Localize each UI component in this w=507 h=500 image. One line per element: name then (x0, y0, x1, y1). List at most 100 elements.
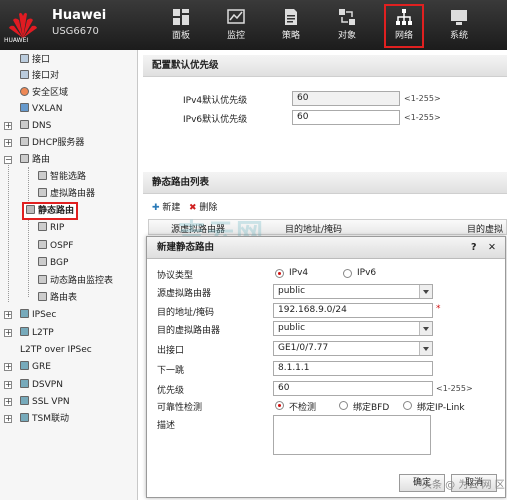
footer-watermark: 头条 @ 为云 网 区 (422, 480, 505, 491)
sidebar-item-virtual-router[interactable]: 虚拟路由器 (38, 187, 95, 201)
sidebar-item-tsm[interactable]: TSM联动 (20, 412, 69, 426)
description-textarea[interactable] (273, 415, 431, 455)
system-icon (451, 10, 467, 25)
sidebar-item-label: OSPF (50, 241, 74, 251)
sidebar-item-interface-pair[interactable]: 接口对 (20, 69, 59, 83)
sidebar: 接口 接口对 安全区域 VXLAN + DNS + DHCP服务器 − 路由 智… (0, 50, 138, 500)
dest-address-input[interactable]: 192.168.9.0/24 (273, 303, 433, 318)
out-interface-select[interactable]: GE1/0/7.77 (273, 341, 433, 356)
reliability-none-label: 不检测 (289, 403, 317, 413)
column-header[interactable]: 目的地址/掩码 (285, 222, 342, 235)
expand-gre-icon[interactable]: + (4, 363, 12, 371)
sidebar-item-label: 动态路由监控表 (50, 276, 114, 286)
sidebar-item-rip[interactable]: RIP (38, 221, 64, 235)
nav-label: 系统 (449, 31, 468, 41)
gre-icon (20, 361, 29, 370)
ipv6-priority-input[interactable]: 60 (292, 110, 400, 125)
sidebar-item-ssl-vpn[interactable]: SSL VPN (20, 395, 70, 409)
new-route-button[interactable]: ✚ 新建 (152, 200, 180, 213)
static-route-icon (26, 205, 35, 214)
sidebar-item-label: BGP (50, 258, 69, 268)
new-static-route-dialog: 新建静态路由 ? ✕ 协议类型 IPv4 IPv6 源虚拟路由器 public … (146, 236, 506, 498)
expand-ipsec-icon[interactable]: + (4, 311, 12, 319)
network-icon (396, 9, 412, 25)
sidebar-item-bgp[interactable]: BGP (38, 256, 68, 270)
sidebar-item-security-zone[interactable]: 安全区域 (20, 86, 68, 100)
sidebar-item-ospf[interactable]: OSPF (38, 239, 73, 253)
expand-dsvpn-icon[interactable]: + (4, 381, 12, 389)
reliability-iplink-radio[interactable] (403, 401, 412, 410)
smart-routing-icon (38, 171, 47, 180)
nav-object[interactable]: 对象 (329, 6, 365, 46)
expand-dns-icon[interactable]: + (4, 122, 12, 130)
reliability-iplink-label: 绑定IP-Link (417, 403, 465, 413)
dns-icon (20, 120, 29, 129)
l2tp-icon (20, 327, 29, 336)
dest-vr-value: public (278, 323, 306, 333)
sidebar-item-label: L2TP (32, 328, 54, 338)
sidebar-item-dns[interactable]: DNS (20, 119, 51, 133)
sidebar-item-gre[interactable]: GRE (20, 360, 51, 374)
sidebar-item-label: L2TP over IPSec (20, 345, 92, 355)
dest-vr-select[interactable]: public (273, 321, 433, 336)
nav-monitor[interactable]: 监控 (218, 6, 254, 46)
required-mark: * (436, 304, 441, 314)
reliability-bfd-radio[interactable] (339, 401, 348, 410)
out-interface-label: 出接口 (157, 346, 185, 356)
protocol-ipv4-label: IPv4 (289, 268, 309, 278)
sidebar-item-label: DNS (32, 121, 52, 131)
nav-dashboard[interactable]: 面板 (163, 6, 199, 46)
ipv4-priority-input[interactable]: 60 (292, 91, 400, 106)
expand-sslvpn-icon[interactable]: + (4, 398, 12, 406)
dialog-title: 新建静态路由 ? ✕ (147, 237, 505, 259)
sidebar-item-smart-routing[interactable]: 智能选路 (38, 170, 86, 184)
priority-input[interactable]: 60 (273, 381, 433, 396)
chevron-down-icon (419, 285, 432, 298)
nav-label: 策略 (281, 31, 300, 41)
priority-section-title: 配置默认优先级 (143, 55, 507, 77)
sidebar-item-label: 安全区域 (32, 88, 69, 98)
close-icon[interactable]: ✕ (488, 237, 496, 259)
collapse-route-icon[interactable]: − (4, 156, 12, 164)
sidebar-item-interface[interactable]: 接口 (20, 53, 50, 67)
tsm-icon (20, 413, 29, 422)
device-model: USG6670 (52, 26, 99, 37)
sidebar-item-dynamic-route-monitor[interactable]: 动态路由监控表 (38, 274, 113, 288)
sidebar-item-label: RIP (50, 223, 65, 233)
sidebar-item-l2tp-over-ipsec[interactable]: L2TP over IPSec (20, 343, 92, 357)
sidebar-item-static-route[interactable]: 静态路由 (21, 202, 79, 220)
expand-tsm-icon[interactable]: + (4, 415, 12, 423)
nav-system[interactable]: 系统 (441, 6, 477, 46)
virtual-router-icon (38, 188, 47, 197)
priority-label: 优先级 (157, 386, 185, 396)
sidebar-item-label: 路由表 (50, 293, 78, 303)
sidebar-item-label: GRE (32, 362, 51, 372)
sidebar-item-ipsec[interactable]: IPSec (20, 308, 56, 322)
source-vr-value: public (278, 286, 306, 296)
reliability-none-radio[interactable] (275, 401, 284, 410)
sidebar-item-l2tp[interactable]: L2TP (20, 326, 54, 340)
protocol-ipv4-radio[interactable] (275, 269, 284, 278)
sidebar-item-dsvpn[interactable]: DSVPN (20, 378, 63, 392)
sidebar-item-label: 智能选路 (50, 172, 87, 182)
bgp-icon (38, 257, 47, 266)
chevron-down-icon (419, 342, 432, 355)
help-icon[interactable]: ? (471, 237, 477, 259)
sidebar-item-vxlan[interactable]: VXLAN (20, 102, 62, 116)
dashboard-icon (173, 9, 189, 25)
nav-network[interactable]: 网络 (384, 4, 424, 48)
next-hop-input[interactable]: 8.1.1.1 (273, 361, 433, 376)
dest-address-label: 目的地址/掩码 (157, 308, 215, 318)
sidebar-item-label: 接口对 (32, 71, 60, 81)
ipv4-priority-label: IPv4默认优先级 (183, 96, 248, 106)
nav-policy[interactable]: 策略 (273, 6, 309, 46)
sidebar-item-dhcp-server[interactable]: DHCP服务器 (20, 136, 84, 150)
source-vr-select[interactable]: public (273, 284, 433, 299)
protocol-ipv6-radio[interactable] (343, 269, 352, 278)
priority-range-hint: <1-255> (436, 384, 473, 393)
expand-dhcp-icon[interactable]: + (4, 139, 12, 147)
sidebar-item-route[interactable]: 路由 (20, 153, 50, 167)
expand-l2tp-icon[interactable]: + (4, 329, 12, 337)
app-header: HUAWEI Huawei USG6670 面板 监控 策略 对象 网络 系统 (0, 0, 507, 50)
sidebar-item-route-table[interactable]: 路由表 (38, 291, 77, 305)
